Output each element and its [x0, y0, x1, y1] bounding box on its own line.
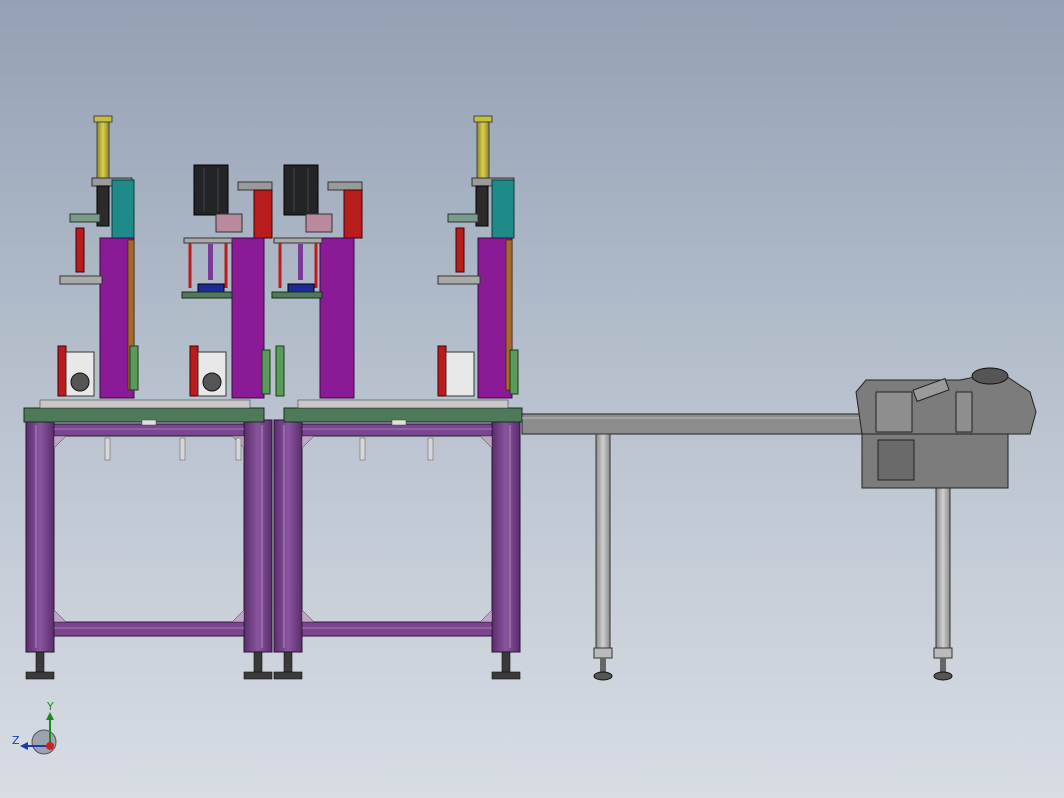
motor-station-3[interactable] [271, 164, 363, 399]
triad-y-label: Y [46, 700, 54, 713]
motor-station-2[interactable] [181, 164, 273, 399]
left-table-frame[interactable] [25, 419, 273, 653]
right-table-frame[interactable] [273, 419, 521, 653]
triad-z-label: Z [12, 734, 20, 747]
press-station-1[interactable] [57, 115, 139, 399]
drive-unit[interactable] [855, 367, 1037, 489]
leveling-feet [25, 651, 521, 680]
cad-viewport[interactable]: Y Z [0, 0, 1064, 798]
press-station-4[interactable] [437, 115, 519, 399]
table-top-plates [23, 399, 523, 426]
orientation-triad[interactable]: Y Z [12, 700, 57, 755]
